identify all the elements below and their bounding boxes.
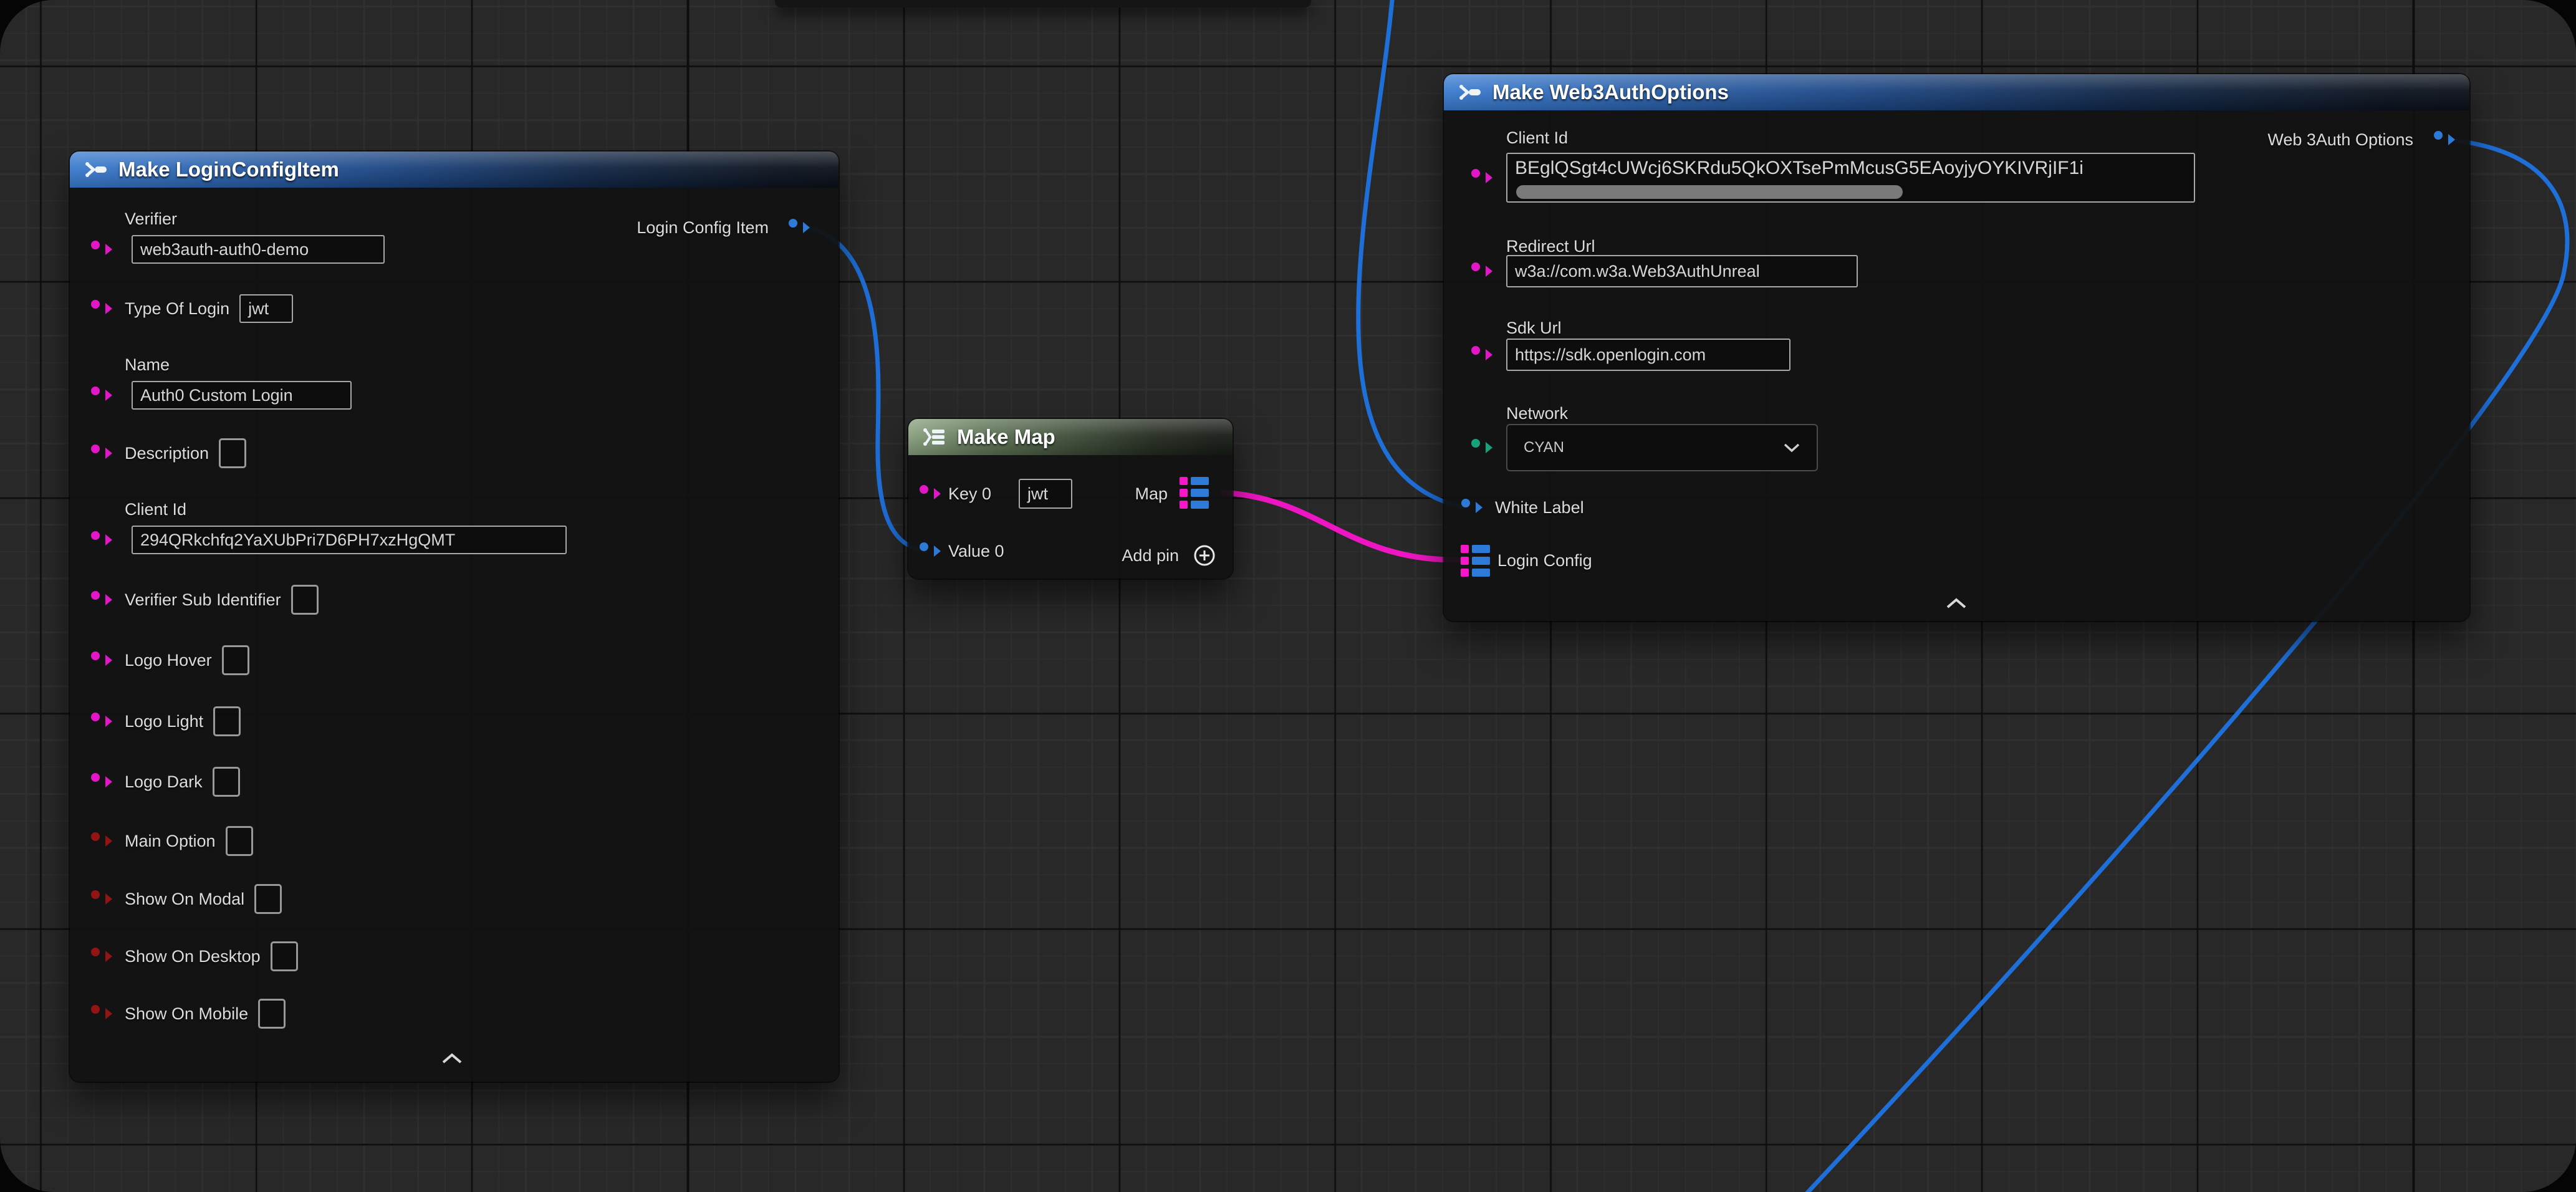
collapse-node-button[interactable]	[1945, 597, 1968, 610]
redirect-url-field[interactable]: w3a://com.w3a.Web3AuthUnreal	[1506, 255, 1858, 287]
redirect-url-value: w3a://com.w3a.Web3AuthUnreal	[1515, 262, 1760, 281]
pin-label-redirect-url: Redirect Url	[1506, 236, 1595, 256]
type-of-login-field[interactable]: jwt	[239, 294, 293, 323]
input-pin-white-label[interactable]	[1461, 499, 1470, 507]
sdk-url-value: https://sdk.openlogin.com	[1515, 345, 1706, 365]
client-id-field[interactable]: 294QRkchfq2YaXUbPri7D6PH7xzHgQMT	[132, 526, 567, 554]
input-pin-verifier-sub-identifier[interactable]	[91, 591, 100, 600]
pin-label-main-option: Main Option	[125, 831, 216, 851]
pin-label-login-config-item: Login Config Item	[637, 218, 769, 238]
name-field[interactable]: Auth0 Custom Login	[132, 381, 352, 410]
input-pin-client-id[interactable]	[91, 531, 100, 540]
node-header[interactable]: Make Map	[908, 419, 1233, 455]
input-pin-logo-light[interactable]	[91, 713, 100, 721]
output-pin-map[interactable]	[1180, 477, 1209, 509]
pin-label-client-id: Client Id	[125, 499, 186, 519]
graph-canvas[interactable]: Make LoginConfigItem Login Config Item V…	[0, 0, 2576, 1192]
pin-label-name: Name	[125, 355, 170, 375]
input-pin-sdk-url[interactable]	[1471, 346, 1480, 355]
input-pin-show-on-modal[interactable]	[91, 890, 100, 899]
show-on-mobile-checkbox[interactable]	[258, 999, 286, 1029]
make-map-icon	[921, 424, 947, 450]
pin-label-login-config: Login Config	[1497, 550, 1592, 570]
add-pin-label: Add pin	[1122, 546, 1179, 565]
input-pin-type-of-login[interactable]	[91, 300, 100, 309]
node-title: Make LoginConfigItem	[118, 158, 339, 181]
network-dropdown[interactable]: CYAN	[1506, 424, 1818, 471]
pin-label-type-of-login: Type Of Login	[125, 299, 229, 319]
input-pin-client-id[interactable]	[1471, 169, 1480, 178]
make-struct-icon	[1456, 79, 1483, 105]
pin-label-logo-light: Logo Light	[125, 711, 203, 731]
pin-label-map: Map	[1135, 484, 1168, 504]
input-pin-main-option[interactable]	[91, 832, 100, 841]
show-on-desktop-checkbox[interactable]	[271, 941, 298, 971]
logo-light-textbox[interactable]	[213, 706, 241, 736]
pin-label-show-on-mobile: Show On Mobile	[125, 1004, 248, 1024]
node-make-loginconfigitem[interactable]: Make LoginConfigItem Login Config Item V…	[70, 151, 839, 1082]
collapse-node-button[interactable]	[441, 1052, 463, 1065]
node-title: Make Web3AuthOptions	[1492, 80, 1729, 104]
node-make-map[interactable]: Make Map Key 0 jwt Map Value 0 Add pin	[908, 419, 1233, 579]
input-pin-network[interactable]	[1471, 439, 1480, 448]
pin-label-client-id: Client Id	[1506, 128, 1568, 148]
verifier-field[interactable]: web3auth-auth0-demo	[132, 235, 385, 264]
input-pin-redirect-url[interactable]	[1471, 262, 1480, 271]
name-value: Auth0 Custom Login	[140, 386, 293, 405]
logo-dark-textbox[interactable]	[213, 767, 240, 797]
node-header[interactable]: Make LoginConfigItem	[70, 151, 839, 188]
pin-label-verifier-sub-identifier: Verifier Sub Identifier	[125, 590, 281, 610]
offscreen-node-edge[interactable]	[775, 0, 1311, 7]
blueprint-editor: Make LoginConfigItem Login Config Item V…	[0, 0, 2576, 1192]
network-selected-value: CYAN	[1524, 439, 1564, 456]
pin-label-network: Network	[1506, 403, 1568, 423]
show-on-modal-checkbox[interactable]	[254, 884, 282, 914]
make-struct-icon	[82, 156, 108, 183]
pin-label-white-label: White Label	[1495, 497, 1584, 517]
input-pin-description[interactable]	[91, 445, 100, 453]
client-id-value: 294QRkchfq2YaXUbPri7D6PH7xzHgQMT	[140, 531, 455, 550]
pin-label-description: Description	[125, 443, 209, 463]
pin-label-verifier: Verifier	[125, 209, 177, 229]
node-header[interactable]: Make Web3AuthOptions	[1444, 74, 2469, 110]
pin-label-sdk-url: Sdk Url	[1506, 318, 1562, 338]
input-pin-logo-dark[interactable]	[91, 773, 100, 782]
client-id-field[interactable]: BEglQSgt4cUWcj6SKRdu5QkOXTsePmMcusG5EAoy…	[1506, 153, 2195, 203]
client-id-hscrollbar[interactable]	[1516, 185, 1903, 199]
pin-label-key0: Key 0	[948, 484, 991, 504]
node-make-web3authoptions[interactable]: Make Web3AuthOptions Web 3Auth Options C…	[1444, 74, 2469, 621]
main-option-checkbox[interactable]	[226, 826, 253, 856]
add-pin-button[interactable]	[1193, 544, 1216, 567]
wire-map-to-loginconfig	[1221, 493, 1463, 560]
chevron-down-icon	[1783, 443, 1800, 453]
input-pin-login-config[interactable]	[1461, 545, 1490, 577]
pin-label-show-on-desktop: Show On Desktop	[125, 946, 261, 966]
pin-label-show-on-modal: Show On Modal	[125, 889, 244, 909]
verifier-value: web3auth-auth0-demo	[140, 240, 309, 259]
pin-label-value0: Value 0	[948, 541, 1004, 561]
node-title: Make Map	[957, 425, 1055, 449]
input-pin-value0[interactable]	[920, 542, 928, 551]
input-pin-show-on-desktop[interactable]	[91, 948, 100, 956]
type-of-login-value: jwt	[248, 299, 269, 319]
logo-hover-textbox[interactable]	[222, 645, 249, 675]
input-pin-key0[interactable]	[920, 485, 928, 494]
pin-label-logo-dark: Logo Dark	[125, 772, 203, 792]
input-pin-show-on-mobile[interactable]	[91, 1005, 100, 1014]
key0-value: jwt	[1027, 484, 1048, 504]
input-pin-logo-hover[interactable]	[91, 651, 100, 660]
input-pin-name[interactable]	[91, 387, 100, 395]
input-pin-verifier[interactable]	[91, 241, 100, 249]
output-pin-web3auth-options[interactable]	[2434, 131, 2443, 140]
verifier-sub-identifier-textbox[interactable]	[291, 585, 319, 615]
pin-label-web3auth-options: Web 3Auth Options	[2267, 130, 2413, 150]
sdk-url-field[interactable]: https://sdk.openlogin.com	[1506, 339, 1790, 371]
pin-label-logo-hover: Logo Hover	[125, 650, 212, 670]
description-textbox[interactable]	[219, 438, 246, 468]
key0-field[interactable]: jwt	[1019, 479, 1072, 509]
client-id-value: BEglQSgt4cUWcj6SKRdu5QkOXTsePmMcusG5EAoy…	[1515, 158, 2083, 178]
output-pin-login-config-item[interactable]	[789, 219, 797, 228]
